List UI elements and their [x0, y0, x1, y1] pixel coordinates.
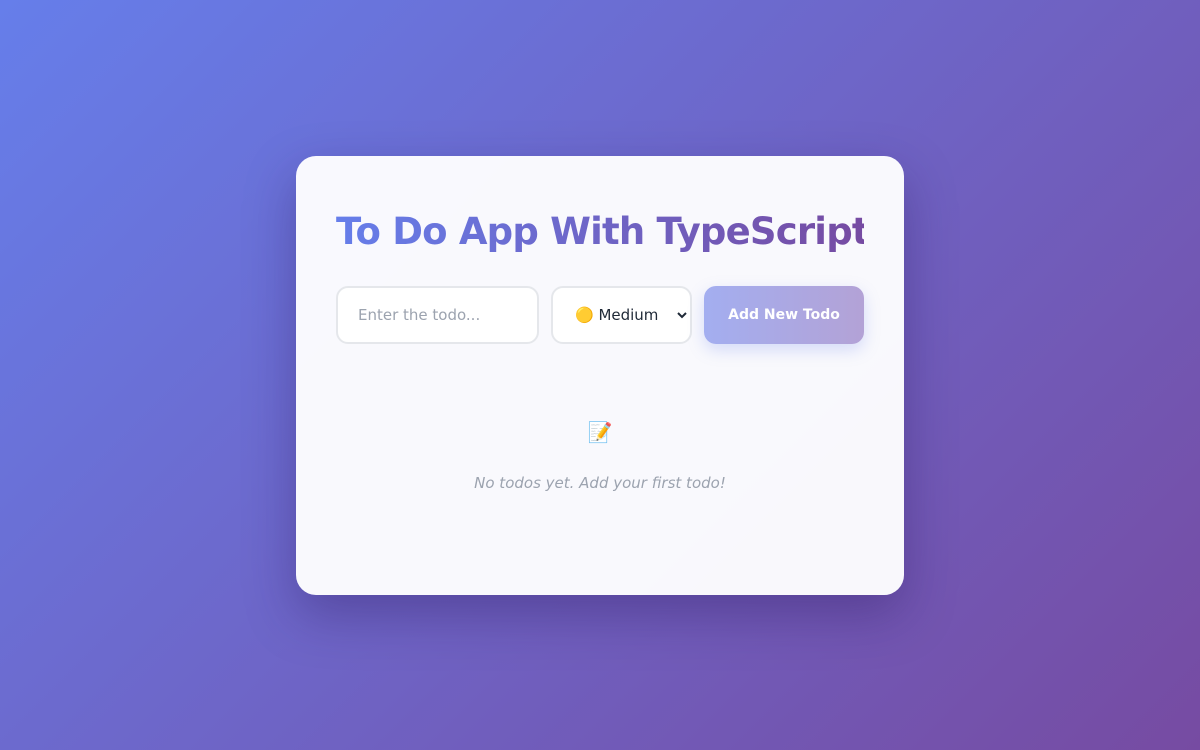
add-todo-form: 🟡 Medium Add New Todo [336, 286, 864, 344]
todo-input[interactable] [336, 286, 539, 344]
memo-icon: 📝 [587, 420, 613, 444]
app-title: To Do App With TypeScript [336, 196, 870, 260]
todo-card: To Do App With TypeScript 🟡 Medium Add N… [296, 156, 904, 595]
empty-state-message: No todos yet. Add your first todo! [474, 474, 726, 492]
empty-state: 📝 No todos yet. Add your first todo! [336, 420, 864, 492]
priority-select[interactable]: 🟡 Medium [551, 286, 692, 344]
add-todo-button[interactable]: Add New Todo [704, 286, 864, 344]
